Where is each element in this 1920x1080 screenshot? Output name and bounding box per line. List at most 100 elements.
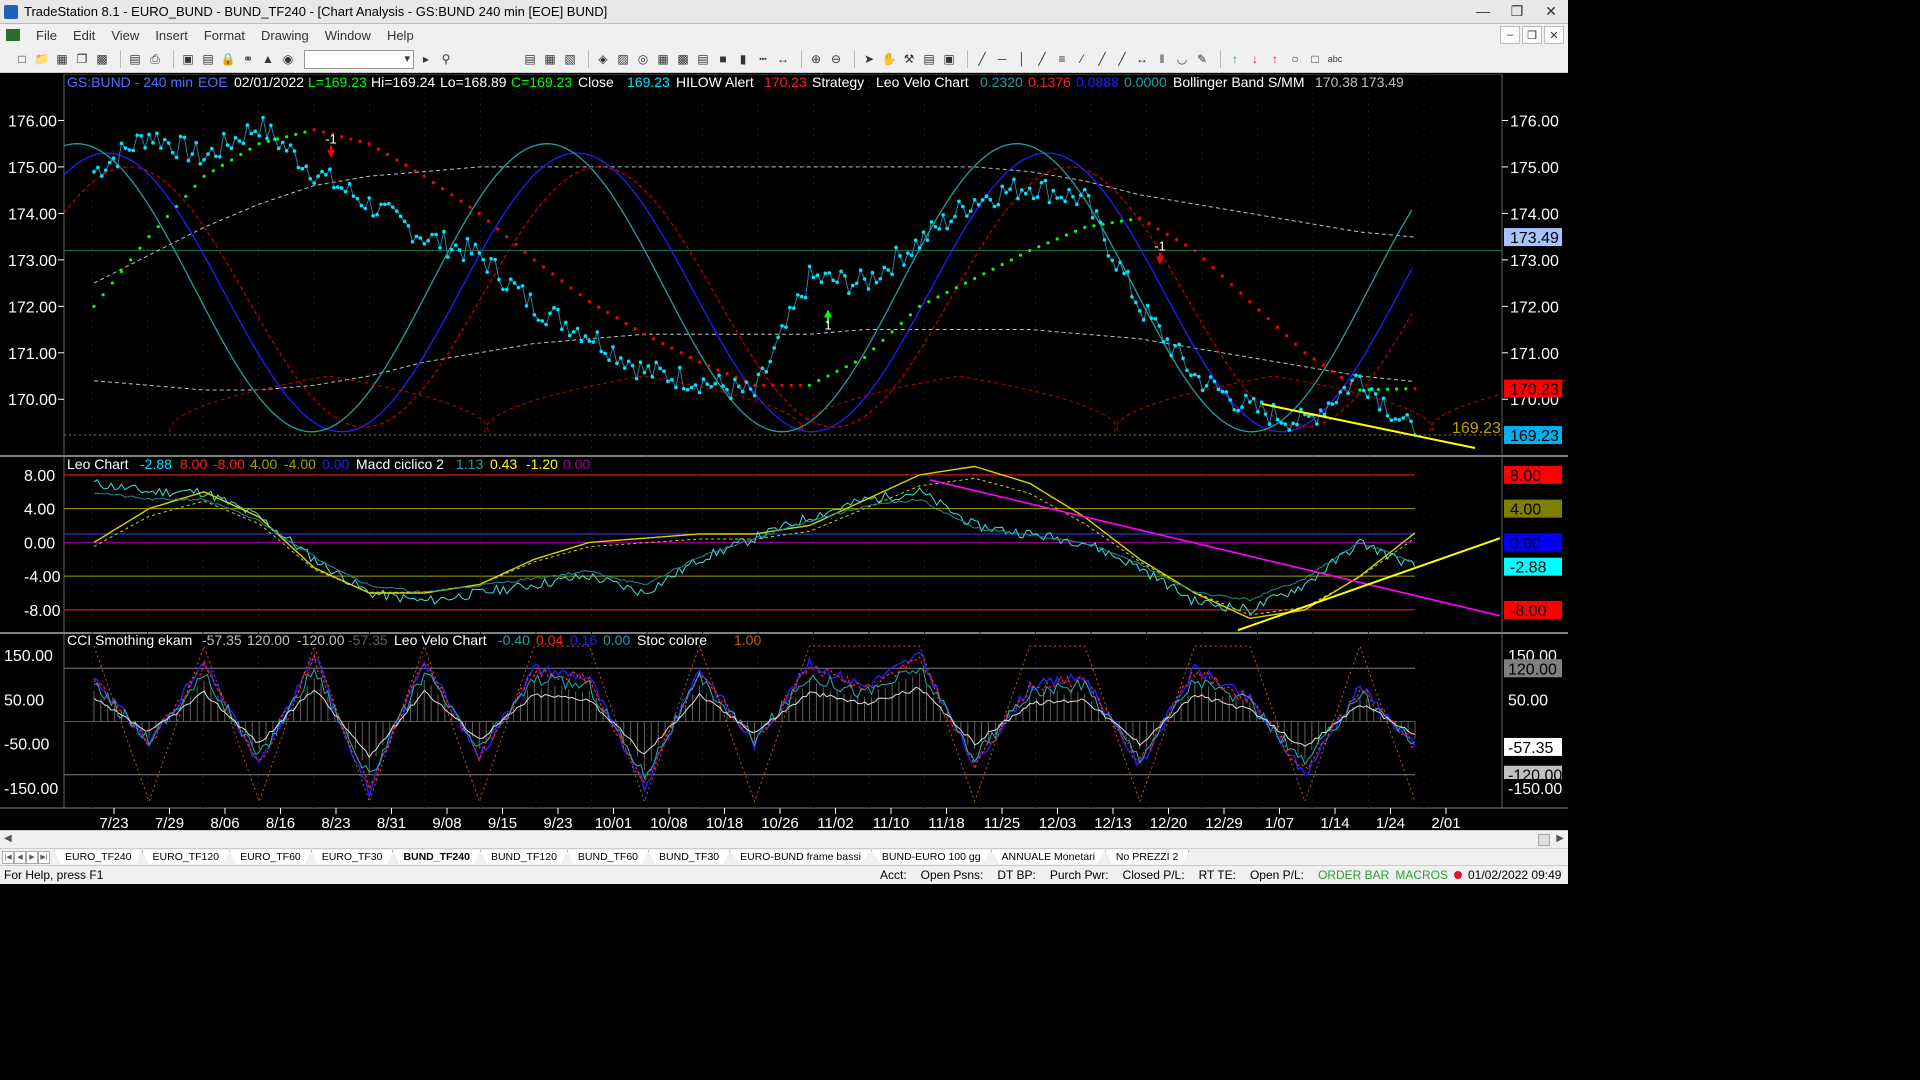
- color-icon[interactable]: ◉: [280, 51, 296, 67]
- matrix-icon[interactable]: ▩: [675, 51, 691, 67]
- tab-no-prezzi-2[interactable]: No PREZZI 2: [1104, 850, 1190, 864]
- tab-bund-tf240[interactable]: BUND_TF240: [392, 850, 481, 864]
- tab-euro-tf60[interactable]: EURO_TF60: [229, 850, 312, 864]
- vertical-line-icon[interactable]: │: [1014, 51, 1030, 67]
- format-icon[interactable]: ▤: [921, 51, 937, 67]
- radar-icon[interactable]: ◎: [635, 51, 651, 67]
- fibonacci-icon[interactable]: ≡: [1054, 51, 1070, 67]
- strategy-icon[interactable]: ▦: [655, 51, 671, 67]
- tab-bund-euro-100-gg[interactable]: BUND-EURO 100 gg: [870, 850, 992, 864]
- arrow-up-icon[interactable]: ↑: [1227, 51, 1243, 67]
- save-icon[interactable]: ▦: [54, 51, 70, 67]
- scanner-icon[interactable]: ◈: [595, 51, 611, 67]
- strategy-trend-dot: [624, 321, 628, 325]
- bars-icon[interactable]: ▮: [735, 51, 751, 67]
- mdi-close-button[interactable]: ✕: [1544, 26, 1564, 44]
- tab-bund-tf30[interactable]: BUND_TF30: [648, 850, 731, 864]
- delete-icon[interactable]: ▣: [941, 51, 957, 67]
- portfolio-icon[interactable]: ▨: [615, 51, 631, 67]
- price-close-dot: [654, 360, 659, 365]
- workspace-icon[interactable]: ▩: [94, 51, 110, 67]
- zoom-out-icon[interactable]: ⊖: [828, 51, 844, 67]
- chart-icon[interactable]: ▲: [260, 51, 276, 67]
- layout-icon[interactable]: ▤: [200, 51, 216, 67]
- tab-euro-tf240[interactable]: EURO_TF240: [54, 850, 143, 864]
- tab-euro-tf30[interactable]: EURO_TF30: [310, 850, 394, 864]
- print-preview-icon[interactable]: ▤: [127, 51, 143, 67]
- next-arrow-icon[interactable]: ▸: [418, 51, 434, 67]
- speed-lines-icon[interactable]: ╱: [1094, 51, 1110, 67]
- rectangle-icon[interactable]: □: [1307, 51, 1323, 67]
- price-close-dot: [1043, 178, 1048, 183]
- tab-euro-bund-frame-bassi[interactable]: EURO-BUND frame bassi: [729, 850, 872, 864]
- order-bar-button[interactable]: ORDER BAR: [1318, 868, 1389, 882]
- menu-edit[interactable]: Edit: [65, 28, 103, 43]
- open-folder-icon[interactable]: 📁: [34, 51, 50, 67]
- tab-bund-tf60[interactable]: BUND_TF60: [566, 850, 650, 864]
- trendline-icon[interactable]: ╱: [974, 51, 990, 67]
- price-close-dot: [308, 176, 313, 181]
- menu-window[interactable]: Window: [317, 28, 379, 43]
- arrow-line-icon[interactable]: ↔: [1134, 51, 1150, 67]
- tab-prev-icon[interactable]: ◀: [14, 850, 26, 864]
- tab-bund-tf120[interactable]: BUND_TF120: [479, 850, 568, 864]
- link-icon[interactable]: ⚭: [240, 51, 256, 67]
- tab-next-icon[interactable]: ▶: [26, 850, 38, 864]
- menu-view[interactable]: View: [103, 28, 147, 43]
- scroll-left-icon[interactable]: ◀: [4, 833, 12, 844]
- price-close-dot: [1366, 395, 1370, 400]
- horizontal-scrollbar[interactable]: ◀ ▶: [0, 830, 1568, 848]
- tab-first-icon[interactable]: |◀: [2, 850, 14, 864]
- mdi-minimize-button[interactable]: –: [1500, 26, 1520, 44]
- scroll-thumb[interactable]: [1538, 834, 1550, 846]
- arrow-red-up-icon[interactable]: ↑: [1267, 51, 1283, 67]
- lock-icon[interactable]: 🔒: [220, 51, 236, 67]
- search-icon[interactable]: ⚲: [438, 51, 454, 67]
- bar-spacing-icon[interactable]: ↔: [775, 51, 791, 67]
- price-close-dot: [194, 140, 199, 145]
- grid-icon[interactable]: ▦: [542, 51, 558, 67]
- table-icon[interactable]: ▧: [562, 51, 578, 67]
- pointer-icon[interactable]: ➤: [861, 51, 877, 67]
- menu-format[interactable]: Format: [196, 28, 253, 43]
- zoom-in-icon[interactable]: ⊕: [808, 51, 824, 67]
- chart-doc-icon[interactable]: [6, 29, 20, 41]
- pen-icon[interactable]: ✎: [1194, 51, 1210, 67]
- menu-file[interactable]: File: [28, 28, 65, 43]
- arc-icon[interactable]: ◡: [1174, 51, 1190, 67]
- circle-icon[interactable]: ○: [1287, 51, 1303, 67]
- symbol-combo[interactable]: [304, 49, 414, 69]
- price-close-dot: [902, 263, 906, 267]
- print-icon[interactable]: ⎙: [147, 51, 163, 67]
- regression-icon[interactable]: ╱: [1114, 51, 1130, 67]
- parallel-icon[interactable]: ‖: [1154, 51, 1170, 67]
- maximize-button[interactable]: ❐: [1500, 0, 1534, 22]
- price-chart[interactable]: 7/23 7/29 8/06 8/16 8/23 8/31 9/08 9/15 9/23 10/0…: [0, 74, 1568, 830]
- analysis-icon[interactable]: ▤: [522, 51, 538, 67]
- bar-type-icon[interactable]: ┅: [755, 51, 771, 67]
- channel-icon[interactable]: ⁄: [1074, 51, 1090, 67]
- tools-icon[interactable]: ⚒: [901, 51, 917, 67]
- text-icon[interactable]: abc: [1327, 51, 1343, 67]
- close-button[interactable]: ✕: [1534, 0, 1568, 22]
- tab-euro-tf120[interactable]: EURO_TF120: [141, 850, 231, 864]
- scroll-right-icon[interactable]: ▶: [1556, 833, 1564, 844]
- horizontal-line-icon[interactable]: ─: [994, 51, 1010, 67]
- news-icon[interactable]: ■: [715, 51, 731, 67]
- menu-insert[interactable]: Insert: [147, 28, 196, 43]
- mdi-restore-button[interactable]: ❐: [1522, 26, 1542, 44]
- tab-annuale-monetari[interactable]: ANNUALE Monetari: [990, 850, 1106, 864]
- macros-button[interactable]: MACROS: [1395, 868, 1448, 882]
- menu-drawing[interactable]: Drawing: [253, 28, 317, 43]
- arrow-down-icon[interactable]: ↓: [1247, 51, 1263, 67]
- chart-analysis-window[interactable]: 7/23 7/29 8/06 8/16 8/23 8/31 9/08 9/15 9/23 10/0…: [0, 74, 1568, 830]
- new-icon[interactable]: □: [14, 51, 30, 67]
- quote-icon[interactable]: ▤: [695, 51, 711, 67]
- gann-icon[interactable]: ╱: [1034, 51, 1050, 67]
- window-icon[interactable]: ▣: [180, 51, 196, 67]
- minimize-button[interactable]: —: [1466, 0, 1500, 22]
- menu-help[interactable]: Help: [379, 28, 422, 43]
- tab-last-icon[interactable]: ▶|: [38, 850, 50, 864]
- copy-icon[interactable]: ❐: [74, 51, 90, 67]
- hand-icon[interactable]: ✋: [881, 51, 897, 67]
